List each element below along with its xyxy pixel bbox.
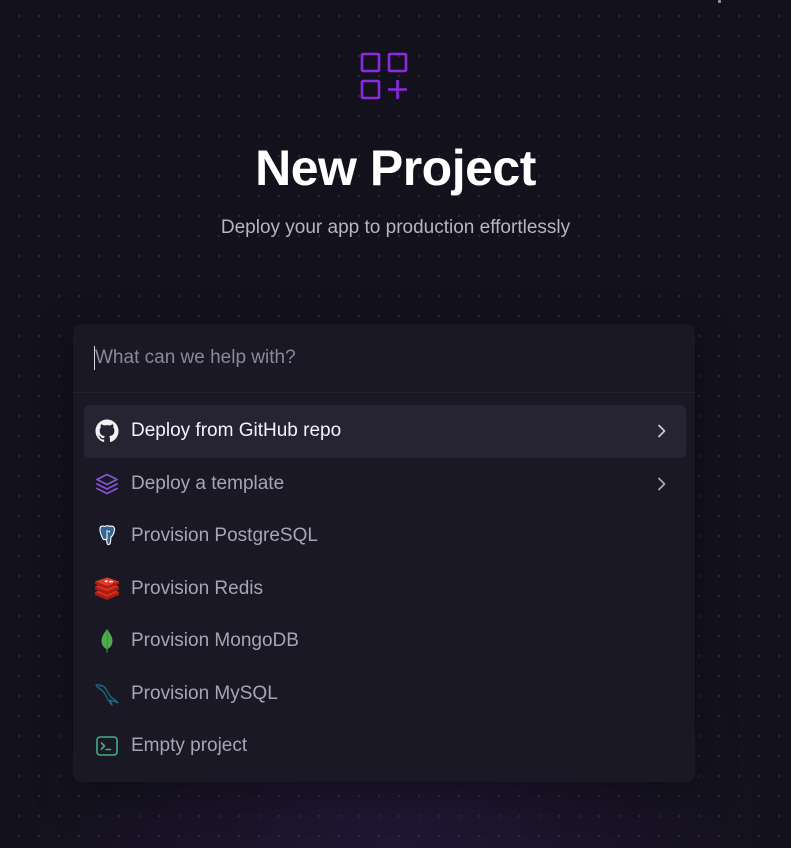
terminal-icon [94, 733, 120, 759]
chevron-right-icon [658, 477, 666, 490]
mongodb-icon [94, 628, 120, 654]
mysql-icon [94, 681, 120, 707]
option-label: Provision MongoDB [131, 630, 299, 651]
search-row [73, 324, 695, 393]
provision-mysql-option[interactable]: Provision MySQL [84, 668, 686, 721]
layers-icon [94, 471, 120, 497]
postgresql-icon [94, 523, 120, 549]
search-input[interactable] [95, 344, 655, 372]
options-list: Deploy from GitHub repo Deploy a templat… [84, 405, 686, 773]
window-handle [718, 0, 721, 3]
option-label: Provision Redis [131, 577, 263, 599]
deploy-template-option[interactable]: Deploy a template [84, 458, 686, 511]
option-label: Provision MySQL [131, 682, 278, 704]
deploy-github-repo-option[interactable]: Deploy from GitHub repo [84, 405, 686, 458]
provision-redis-option[interactable]: Provision Redis [84, 563, 686, 616]
provision-mongodb-option[interactable]: Provision MongoDB [84, 615, 686, 668]
page-subtitle: Deploy your app to production effortless… [220, 217, 571, 238]
provision-postgresql-option[interactable]: Provision PostgreSQL [84, 510, 686, 563]
empty-project-option[interactable]: Empty project [84, 720, 686, 773]
page-title: New Project [255, 140, 536, 196]
command-panel: Deploy from GitHub repo Deploy a templat… [73, 324, 695, 782]
chevron-right-icon [658, 424, 666, 438]
option-label: Empty project [131, 735, 248, 756]
redis-icon [94, 576, 120, 602]
option-label: Deploy a template [131, 472, 285, 494]
option-label: Deploy from GitHub repo [131, 420, 342, 441]
option-label: Provision PostgreSQL [131, 525, 318, 546]
github-icon [94, 418, 120, 444]
grid-plus-icon [360, 52, 408, 100]
